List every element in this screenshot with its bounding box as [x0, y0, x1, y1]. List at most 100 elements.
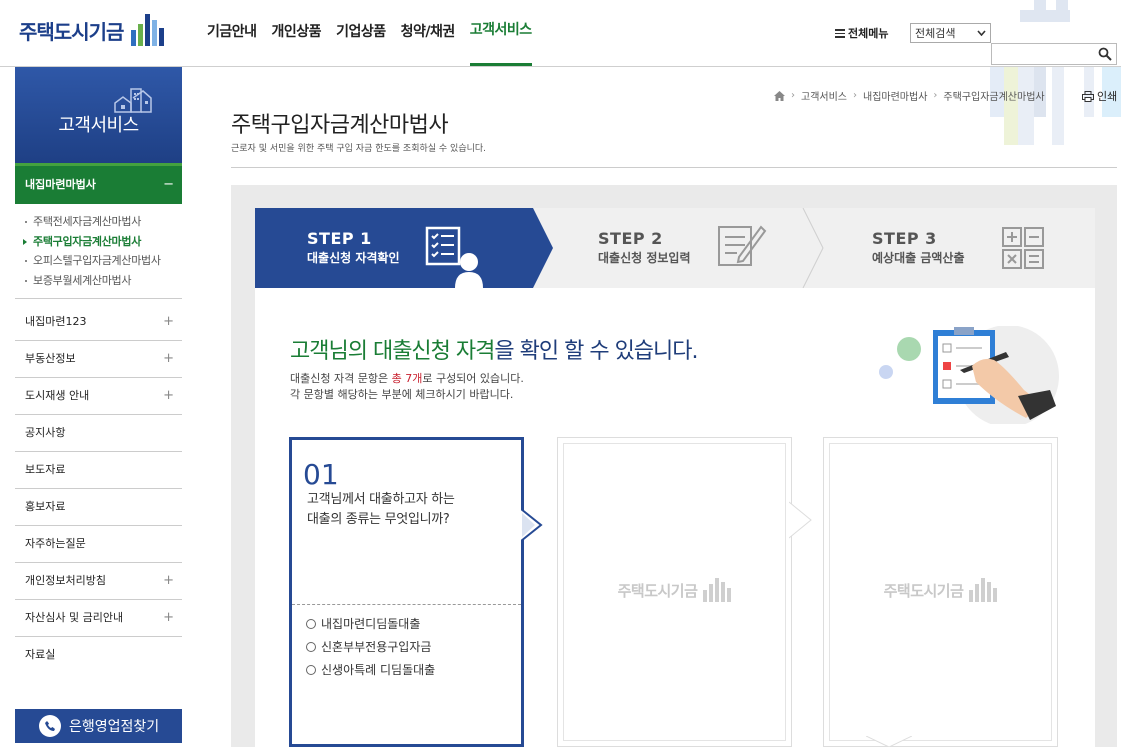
sidebar-item[interactable]: 보도자료 [15, 452, 182, 489]
radio-option[interactable]: 내집마련디딤돌대출 [306, 615, 420, 632]
watermark: 주택도시기금 [824, 578, 1057, 602]
sidebar-sub-list: 주택전세자금계산마법사 주택구입자금계산마법사 오피스텔구입자금계산마법사 보증… [15, 204, 182, 299]
sidebar-item-label: 보도자료 [25, 463, 66, 476]
sidebar-active-label: 내집마련마법사 [25, 178, 96, 191]
logo[interactable]: 주택도시기금 [19, 14, 165, 46]
sidebar-item[interactable]: 내집마련123 + [15, 304, 182, 341]
header: 주택도시기금 기금안내 개인상품 기업상품 청약/채권 고객서비스 전체메뉴 전… [0, 0, 1121, 67]
sidebar-active-section[interactable]: 내집마련마법사 − [15, 166, 182, 204]
sidebar-header: 고객서비스 [15, 67, 182, 165]
nav-item[interactable]: 기금안내 [207, 0, 257, 66]
radio-option-label: 신혼부부전용구입자금 [321, 640, 432, 654]
intro-text-part: 로 구성되어 있습니다. [422, 372, 524, 385]
nav-item-active[interactable]: 고객서비스 [469, 0, 532, 66]
nav-item[interactable]: 기업상품 [336, 0, 386, 66]
divider [231, 167, 1117, 168]
watermark-text: 주택도시기금 [617, 581, 698, 600]
chevron-right-icon: › [791, 90, 795, 101]
card-arrow-icon [521, 508, 543, 542]
collapse-icon[interactable]: − [163, 166, 174, 204]
sidebar-sub-item[interactable]: 주택전세자금계산마법사 [23, 212, 182, 232]
nav-item[interactable]: 청약/채권 [401, 0, 456, 66]
question-number: 01 [303, 458, 339, 491]
home-icon[interactable] [774, 90, 785, 101]
sidebar-item[interactable]: 자료실 [15, 637, 182, 674]
building-icon [114, 88, 152, 113]
chevron-right-icon: › [933, 90, 938, 101]
breadcrumb: › 고객서비스 › 내집마련마법사 › 주택구입자금계산마법사 [774, 88, 1045, 103]
calculator-icon [1002, 227, 1044, 269]
sidebar-item-label: 자산심사 및 금리안내 [25, 611, 124, 624]
intro-line-1: 대출신청 자격 문항은 총 7개로 구성되어 있습니다. [290, 371, 524, 387]
watermark-logo-icon [703, 578, 732, 602]
nav-item[interactable]: 개인상품 [272, 0, 322, 66]
expand-icon[interactable]: + [163, 378, 174, 414]
checklist-person-icon [425, 226, 483, 288]
step-1-title: STEP 1 [307, 229, 372, 248]
step-1-subtitle: 대출신청 자격확인 [307, 251, 400, 265]
radio-option-label: 신생아특례 디딤돌대출 [321, 663, 436, 677]
breadcrumb-item[interactable]: 주택구입자금계산마법사 [943, 88, 1044, 103]
sidebar-sub-item-active[interactable]: 주택구입자금계산마법사 [23, 232, 182, 252]
printer-icon [1082, 90, 1094, 102]
sidebar-sub-item[interactable]: 보증부월세계산마법사 [23, 271, 182, 291]
all-menu-button[interactable]: 전체메뉴 [835, 25, 888, 41]
bank-branch-button[interactable]: 은행영업점찾기 [15, 709, 182, 743]
sidebar-item-label: 자주하는질문 [25, 537, 86, 550]
sidebar-item[interactable]: 부동산정보 + [15, 341, 182, 378]
sidebar-item[interactable]: 개인정보처리방침 + [15, 563, 182, 600]
main-heading-rest: 을 확인 할 수 있습니다. [494, 339, 698, 364]
radio-icon[interactable] [306, 618, 316, 629]
radio-option-label: 내집마련디딤돌대출 [321, 617, 421, 631]
main-heading: 고객님의 대출신청 자격을 확인 할 수 있습니다. [290, 333, 699, 365]
step-separator-icon [802, 208, 824, 288]
radio-icon[interactable] [306, 641, 316, 652]
breadcrumb-item[interactable]: 내집마련마법사 [863, 88, 927, 103]
sidebar-item-label: 도시재생 안내 [25, 389, 90, 402]
question-card: 01 고객님께서 대출하고자 하는 대출의 종류는 무엇입니까? 내집마련디딤돌… [289, 437, 524, 747]
global-nav: 기금안내 개인상품 기업상품 청약/채권 고객서비스 [207, 0, 547, 66]
chevron-down-icon [977, 30, 986, 36]
phone-icon [39, 715, 61, 737]
breadcrumb-item[interactable]: 고객서비스 [801, 88, 847, 103]
watermark: 주택도시기금 [558, 578, 791, 602]
sidebar-item[interactable]: 자산심사 및 금리안내 + [15, 600, 182, 637]
sidebar-item[interactable]: 홍보자료 [15, 489, 182, 526]
page-title: 주택구입자금계산마법사 [231, 113, 449, 138]
step-2-subtitle: 대출신청 정보입력 [598, 251, 691, 265]
print-button[interactable]: 인쇄 [1082, 88, 1117, 104]
bank-branch-label: 은행영업점찾기 [69, 719, 160, 735]
radio-option[interactable]: 신혼부부전용구입자금 [306, 638, 431, 655]
expand-icon[interactable]: + [163, 341, 174, 377]
intro-count-highlight: 총 7개 [391, 372, 423, 385]
card-arrow-icon [789, 501, 812, 539]
expand-icon[interactable]: + [163, 304, 174, 340]
step-3-title: STEP 3 [872, 229, 937, 248]
expand-icon[interactable]: + [163, 563, 174, 599]
question-text: 고객님께서 대출하고자 하는 대출의 종류는 무엇입니까? [307, 490, 455, 530]
intro-text-part: 대출신청 자격 문항은 [290, 372, 392, 385]
sidebar-item[interactable]: 자주하는질문 [15, 526, 182, 563]
intro-text: 대출신청 자격 문항은 총 7개로 구성되어 있습니다. 각 문항별 해당하는 … [290, 371, 524, 403]
sidebar-title: 고객서비스 [58, 115, 139, 136]
placeholder-card: 주택도시기금 [823, 437, 1058, 747]
search-scope-select[interactable]: 전체검색 [910, 23, 991, 43]
sidebar-sub-item[interactable]: 오피스텔구입자금계산마법사 [23, 251, 182, 271]
page-description: 근로자 및 서민을 위한 주택 구입 자금 한도를 조회하실 수 있습니다. [231, 144, 487, 154]
hamburger-icon [835, 28, 845, 38]
sidebar-item-label: 자료실 [25, 648, 56, 661]
logo-text: 주택도시기금 [19, 19, 124, 44]
step-3-subtitle: 예상대출 금액산출 [872, 251, 965, 265]
question-text-line: 대출의 종류는 무엇입니까? [307, 512, 450, 527]
logo-mark-icon [131, 14, 165, 46]
main-heading-highlight: 고객님의 대출신청 자격 [290, 339, 495, 364]
step-indicator: STEP 1 대출신청 자격확인 STEP 2 대출신청 정보입력 STEP 3… [255, 208, 1095, 288]
print-label: 인쇄 [1097, 90, 1118, 103]
sidebar-item-label: 부동산정보 [25, 352, 76, 365]
sidebar-item[interactable]: 도시재생 안내 + [15, 378, 182, 415]
sidebar-item-label: 홍보자료 [25, 500, 66, 513]
sidebar-item[interactable]: 공지사항 [15, 415, 182, 452]
radio-icon[interactable] [306, 664, 316, 675]
radio-option[interactable]: 신생아특례 디딤돌대출 [306, 661, 435, 678]
expand-icon[interactable]: + [163, 600, 174, 636]
